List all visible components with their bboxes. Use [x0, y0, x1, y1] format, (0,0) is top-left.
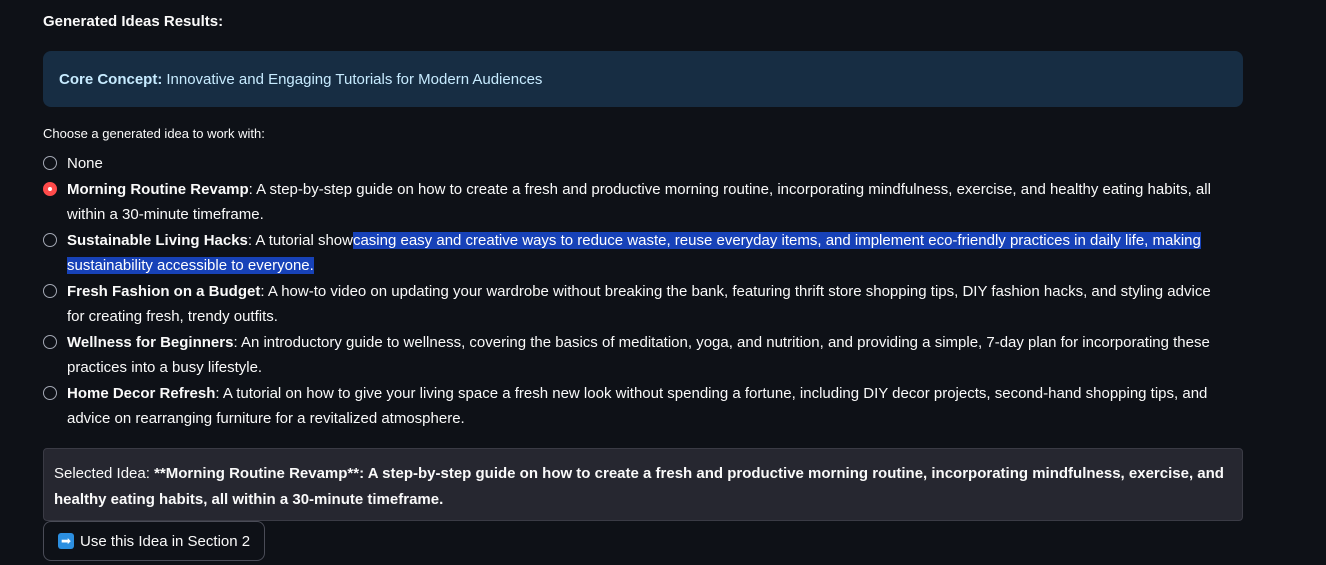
option-title: None — [67, 155, 103, 172]
use-idea-button-label: Use this Idea in Section 2 — [80, 532, 251, 550]
radio-option-home-decor-refresh[interactable]: Home Decor Refresh: A tutorial on how to… — [43, 381, 1243, 432]
option-description: : A tutorial show — [247, 231, 353, 249]
radio-option-text: Morning Routine Revamp: A step-by-step g… — [67, 177, 1232, 228]
radio-option-wellness-for-beginners[interactable]: Wellness for Beginners: An introductory … — [43, 330, 1243, 381]
radio-button[interactable] — [43, 385, 57, 400]
option-title: Wellness for Beginners — [67, 333, 234, 351]
core-concept-info-box: Core Concept: Innovative and Engaging Tu… — [43, 51, 1243, 107]
radio-button[interactable] — [43, 283, 57, 298]
radio-group-label: Choose a generated idea to work with: — [43, 126, 265, 141]
option-description: : A tutorial on how to give your living … — [67, 384, 1208, 428]
radio-option-fresh-fashion-on-a-budget[interactable]: Fresh Fashion on a Budget: A how-to vide… — [43, 279, 1243, 330]
radio-option-morning-routine-revamp[interactable]: Morning Routine Revamp: A step-by-step g… — [43, 177, 1243, 228]
option-title: Home Decor Refresh — [67, 384, 216, 402]
radio-option-none[interactable]: None — [43, 151, 1243, 177]
radio-option-text: Home Decor Refresh: A tutorial on how to… — [67, 381, 1232, 432]
radio-option-sustainable-living-hacks[interactable]: Sustainable Living Hacks: A tutorial sho… — [43, 228, 1243, 279]
option-title: Fresh Fashion on a Budget — [67, 282, 261, 300]
radio-button[interactable] — [43, 156, 57, 170]
idea-radio-group: None Morning Routine Revamp: A step-by-s… — [43, 151, 1243, 432]
core-concept-value: Innovative and Engaging Tutorials for Mo… — [166, 70, 543, 88]
radio-button[interactable] — [43, 334, 57, 349]
option-title: Sustainable Living Hacks — [67, 231, 248, 249]
right-arrow-icon: ➡ — [58, 533, 74, 549]
radio-button-selected[interactable] — [43, 181, 57, 196]
core-concept-label: Core Concept: — [59, 70, 163, 88]
radio-option-text: Wellness for Beginners: An introductory … — [67, 330, 1232, 381]
option-description: : An introductory guide to wellness, cov… — [67, 333, 1210, 377]
radio-option-text: Fresh Fashion on a Budget: A how-to vide… — [67, 279, 1232, 330]
radio-option-text: None — [67, 151, 1232, 177]
use-idea-button[interactable]: ➡ Use this Idea in Section 2 — [43, 521, 266, 561]
page: Generated Ideas Results: Core Concept: I… — [0, 0, 1326, 565]
selected-idea-box: Selected Idea: **Morning Routine Revamp*… — [43, 448, 1243, 521]
results-heading: Generated Ideas Results: — [43, 13, 224, 30]
radio-button[interactable] — [43, 232, 57, 247]
selected-idea-text: **Morning Routine Revamp**: A step-by-st… — [54, 465, 1224, 508]
option-title: Morning Routine Revamp — [67, 180, 249, 198]
radio-option-text: Sustainable Living Hacks: A tutorial sho… — [67, 228, 1232, 279]
selected-idea-prefix: Selected Idea: — [54, 465, 155, 482]
